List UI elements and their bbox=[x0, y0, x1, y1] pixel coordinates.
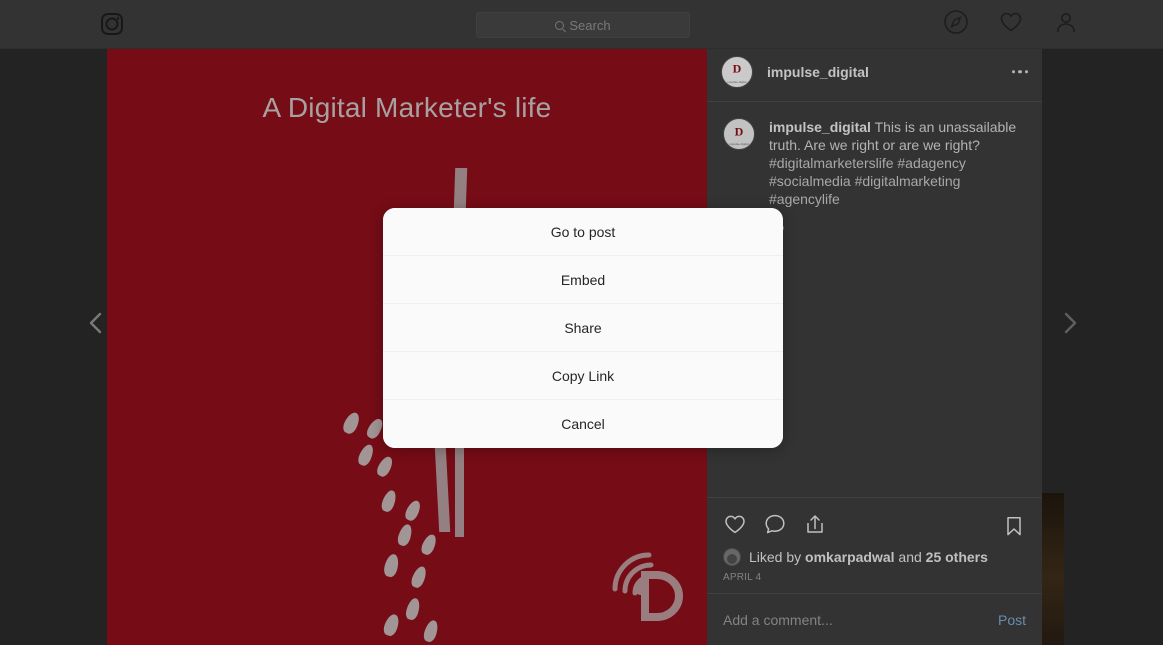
instagram-post-page: Search A Digital Marketer's life D impul… bbox=[0, 0, 1163, 645]
modal-item-copy-link[interactable]: Copy Link bbox=[383, 352, 783, 400]
modal-item-cancel[interactable]: Cancel bbox=[383, 400, 783, 448]
modal-item-go-to-post[interactable]: Go to post bbox=[383, 208, 783, 256]
modal-item-embed[interactable]: Embed bbox=[383, 256, 783, 304]
modal-item-share[interactable]: Share bbox=[383, 304, 783, 352]
post-options-modal: Go to post Embed Share Copy Link Cancel bbox=[383, 208, 783, 448]
